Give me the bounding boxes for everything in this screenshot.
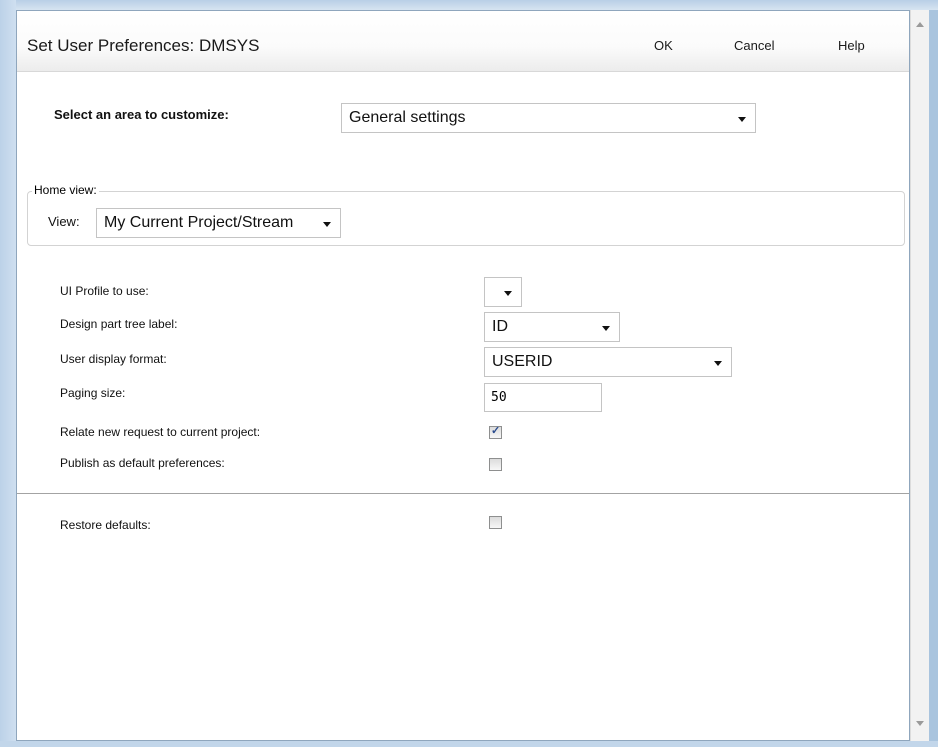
- area-select-value: General settings: [349, 109, 466, 126]
- restore-checkbox[interactable]: ✓: [489, 516, 502, 529]
- chevron-down-icon: [714, 361, 722, 366]
- dialog-title: Set User Preferences: DMSYS: [27, 36, 260, 55]
- cancel-button[interactable]: Cancel: [734, 38, 774, 53]
- vertical-scrollbar[interactable]: [910, 10, 929, 741]
- area-label: Select an area to customize:: [54, 107, 229, 122]
- preferences-dialog: Set User Preferences: DMSYS OK Cancel He…: [16, 10, 910, 741]
- chevron-down-icon: [602, 326, 610, 331]
- scroll-up-icon[interactable]: [916, 22, 924, 27]
- help-button[interactable]: Help: [838, 38, 865, 53]
- chevron-down-icon: [738, 117, 746, 122]
- view-label: View:: [48, 214, 80, 229]
- home-view-legend: Home view:: [32, 183, 99, 197]
- paging-size-input[interactable]: 50: [484, 383, 602, 412]
- publish-checkbox[interactable]: ✓: [489, 458, 502, 471]
- user-display-label: User display format:: [60, 352, 167, 366]
- ok-button[interactable]: OK: [654, 38, 673, 53]
- chevron-down-icon: [323, 222, 331, 227]
- paging-label: Paging size:: [60, 386, 126, 400]
- design-part-select-value: ID: [492, 318, 508, 335]
- user-display-select-value: USERID: [492, 353, 553, 370]
- home-view-select-value: My Current Project/Stream: [104, 214, 294, 231]
- window-frame-left: [0, 0, 16, 747]
- publish-label: Publish as default preferences:: [60, 456, 225, 470]
- relate-checkbox[interactable]: ✓: [489, 425, 502, 439]
- user-display-select[interactable]: USERID: [484, 347, 732, 377]
- ui-profile-select[interactable]: [484, 277, 522, 307]
- chevron-down-icon: [504, 291, 512, 296]
- ui-profile-label: UI Profile to use:: [60, 284, 149, 298]
- design-part-label: Design part tree label:: [60, 317, 178, 331]
- area-select[interactable]: General settings: [341, 103, 756, 133]
- window-frame-bottom: [0, 741, 938, 747]
- check-icon: ✓: [491, 425, 501, 437]
- scroll-down-icon[interactable]: [916, 721, 924, 726]
- section-divider: [17, 493, 909, 494]
- design-part-select[interactable]: ID: [484, 312, 620, 342]
- restore-label: Restore defaults:: [60, 518, 151, 532]
- relate-label: Relate new request to current project:: [60, 425, 261, 439]
- home-view-select[interactable]: My Current Project/Stream: [96, 208, 341, 238]
- window-frame-top: [0, 0, 938, 10]
- dialog-titlebar: Set User Preferences: DMSYS OK Cancel He…: [17, 11, 909, 72]
